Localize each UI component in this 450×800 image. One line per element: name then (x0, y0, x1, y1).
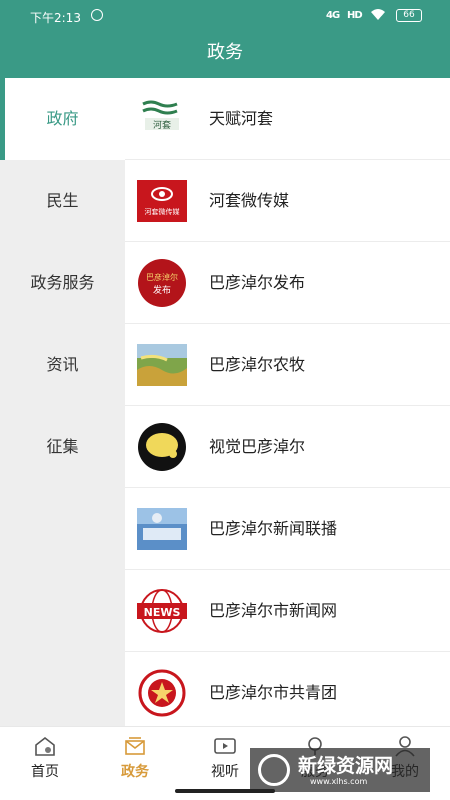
sidebar-item-label: 征集 (46, 437, 79, 456)
list-item[interactable]: 巴彦淖尔农牧 (125, 324, 450, 406)
status-time: 下午2:13 (30, 11, 81, 25)
wifi-icon (370, 8, 386, 25)
list-item-name: 巴彦淖尔发布 (209, 273, 306, 292)
news-logo-icon: NEWS (137, 589, 187, 633)
watermark-url: www.xlhs.com (310, 777, 368, 786)
page-title-bar: 政务 (0, 32, 450, 78)
list-item[interactable]: 河套微传媒 河套微传媒 (125, 160, 450, 242)
page-title: 政务 (207, 42, 243, 63)
list-item[interactable]: 巴彦淖尔市共青团 (125, 652, 450, 734)
sidebar-item-government[interactable]: 政府 (0, 78, 125, 160)
svg-text:河套: 河套 (153, 119, 171, 131)
watermark-title: 新绿资源网 (298, 755, 394, 777)
svg-text:NEWS: NEWS (144, 606, 181, 619)
sidebar-item-label: 民生 (46, 191, 79, 210)
bayannur-release-logo-icon: 巴彦淖尔 发布 (138, 259, 186, 307)
list-item[interactable]: NEWS 巴彦淖尔市新闻网 (125, 570, 450, 652)
tab-label: 首页 (31, 764, 59, 780)
svg-text:河套微传媒: 河套微传媒 (145, 207, 180, 216)
tab-home[interactable]: 首页 (0, 727, 90, 800)
signal-hd-icon: HD (347, 10, 363, 21)
sidebar-item-news[interactable]: 资讯 (0, 324, 125, 406)
list-item-name: 巴彦淖尔市新闻网 (209, 601, 338, 620)
home-indicator (175, 789, 275, 793)
bayannur-news-broadcast-logo-icon (137, 508, 187, 550)
visual-bayannur-logo-icon (138, 423, 186, 471)
list-item[interactable]: 巴彦淖尔新闻联播 (125, 488, 450, 570)
list-item-name: 天赋河套 (209, 109, 274, 128)
status-bar: 下午2:13 4G HD 66 (0, 0, 450, 32)
tab-government[interactable]: 政务 (90, 727, 180, 800)
list-item[interactable]: 巴彦淖尔 发布 巴彦淖尔发布 (125, 242, 450, 324)
battery-icon: 66 (396, 9, 422, 22)
sidebar-item-collection[interactable]: 征集 (0, 406, 125, 488)
sidebar-item-gov-services[interactable]: 政务服务 (0, 242, 125, 324)
list-item-name: 巴彦淖尔市共青团 (209, 683, 338, 702)
svg-text:巴彦淖尔: 巴彦淖尔 (146, 272, 178, 282)
account-list: 河套 天赋河套 河套微传媒 河套微传媒 巴彦淖尔 发布 巴彦淖尔发布 巴彦淖尔农… (125, 78, 450, 734)
tab-label: 政务 (121, 764, 149, 780)
youth-league-logo-icon (138, 669, 186, 717)
sidebar-item-label: 资讯 (46, 355, 79, 374)
sidebar-item-label: 政府 (46, 109, 79, 128)
list-item-name: 巴彦淖尔新闻联播 (209, 519, 338, 538)
home-icon (35, 736, 55, 756)
category-sidebar: 政府 民生 政务服务 资讯 征集 (0, 78, 125, 726)
sidebar-item-livelihood[interactable]: 民生 (0, 160, 125, 242)
tianfu-hetao-logo-icon: 河套 (139, 100, 185, 138)
watermark-logo-icon (258, 754, 290, 786)
list-item[interactable]: 河套 天赋河套 (125, 78, 450, 160)
signal-4g-icon: 4G (326, 10, 340, 21)
list-item-name: 视觉巴彦淖尔 (209, 437, 306, 456)
hetao-media-logo-icon: 河套微传媒 (137, 180, 187, 222)
watermark: 新绿资源网 www.xlhs.com (250, 748, 430, 792)
sidebar-item-label: 政务服务 (30, 273, 95, 292)
video-icon (214, 738, 236, 754)
list-item-name: 巴彦淖尔农牧 (209, 355, 306, 374)
bayannur-agriculture-logo-icon (137, 344, 187, 386)
alarm-icon (91, 9, 103, 21)
list-item-name: 河套微传媒 (209, 191, 290, 210)
government-icon (125, 737, 145, 755)
svg-text:发布: 发布 (153, 284, 171, 296)
list-item[interactable]: 视觉巴彦淖尔 (125, 406, 450, 488)
